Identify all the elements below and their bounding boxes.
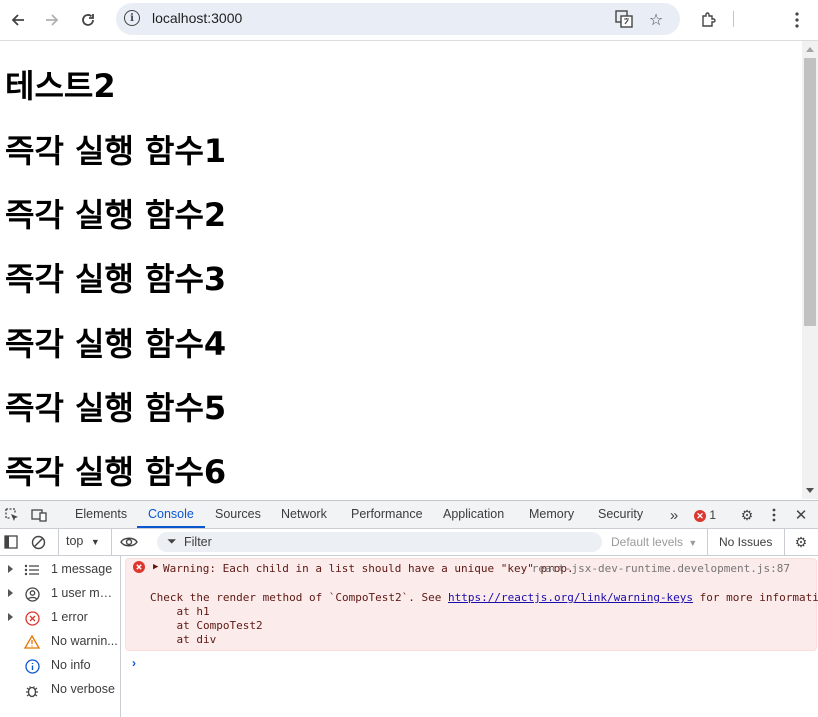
error-count: 1	[709, 508, 717, 522]
heading-item-3: 즉각 실행 함수3	[5, 260, 227, 298]
console-prompt-chevron-icon[interactable]: ›	[132, 656, 136, 670]
user-icon	[23, 585, 41, 603]
filter-placeholder: Filter	[184, 535, 212, 549]
scroll-up-arrow[interactable]	[806, 47, 814, 52]
list-icon	[23, 561, 41, 579]
tab-console[interactable]: Console	[137, 501, 205, 528]
stack-frame: at div	[150, 633, 217, 646]
heading-item-1: 즉각 실행 함수1	[5, 132, 227, 170]
warning-triangle-icon	[23, 633, 41, 651]
console-sidebar: 1 message 1 user mes... 1 error No warni…	[0, 556, 121, 717]
error-circle-icon	[23, 609, 41, 627]
page-scrollbar[interactable]	[802, 41, 818, 499]
log-levels-dropdown[interactable]: Default levels ▼	[611, 535, 697, 549]
scrollbar-thumb[interactable]	[804, 58, 816, 326]
menu-kebab-icon[interactable]	[783, 6, 811, 34]
tab-application[interactable]: Application	[443, 501, 504, 528]
context-selector[interactable]: top ▼	[66, 534, 100, 548]
warning-keys-link[interactable]: https://reactjs.org/link/warning-keys	[448, 591, 693, 604]
browser-toolbar: i localhost:3000 ☆	[0, 0, 818, 41]
live-expression-eye-icon[interactable]	[119, 532, 139, 552]
sidebar-item-errors[interactable]: 1 error	[0, 606, 120, 630]
sidebar-item-messages[interactable]: 1 message	[0, 558, 120, 582]
heading-item-4: 즉각 실행 함수4	[5, 325, 227, 363]
sidebar-toggle-icon[interactable]	[1, 532, 21, 552]
clear-console-icon[interactable]	[28, 532, 48, 552]
stack-frame: at h1	[150, 605, 210, 618]
close-devtools-icon[interactable]: ✕	[791, 505, 811, 525]
sidebar-item-user-messages[interactable]: 1 user mes...	[0, 582, 120, 606]
issues-button[interactable]: No Issues	[719, 535, 772, 549]
error-icon: ✕	[694, 509, 706, 522]
page-viewport: 테스트2 즉각 실행 함수1 즉각 실행 함수2 즉각 실행 함수3 즉각 실행…	[0, 41, 802, 499]
heading-item-2: 즉각 실행 함수2	[5, 196, 227, 234]
heading-item-6: 즉각 실행 함수6	[5, 453, 227, 491]
reload-icon[interactable]	[74, 6, 102, 34]
heading-item-5: 즉각 실행 함수5	[5, 389, 227, 427]
sidebar-item-warnings[interactable]: No warnin...	[0, 630, 120, 654]
levels-dropdown-icon: ▼	[688, 538, 698, 548]
info-icon	[23, 657, 41, 675]
sidebar-item-info[interactable]: No info	[0, 654, 120, 678]
heading-title: 테스트2	[5, 67, 116, 105]
sidebar-item-verbose[interactable]: No verbose	[0, 678, 120, 702]
devtools-tabbar: Elements Console Sources Network Perform…	[0, 501, 818, 529]
toolbar-separator	[733, 11, 734, 27]
tab-elements[interactable]: Elements	[75, 501, 127, 528]
levels-label: Default levels	[611, 535, 684, 549]
tab-performance[interactable]: Performance	[351, 501, 423, 528]
settings-gear-icon[interactable]: ⚙	[737, 505, 757, 525]
expand-triangle-icon[interactable]: ▶	[153, 562, 158, 572]
error-message-icon	[133, 561, 145, 576]
address-bar[interactable]: i localhost:3000 ☆	[116, 3, 680, 35]
bookmark-star-icon[interactable]: ☆	[644, 7, 668, 31]
tab-memory[interactable]: Memory	[529, 501, 574, 528]
scroll-down-arrow[interactable]	[806, 488, 814, 493]
bug-icon	[23, 681, 41, 699]
site-info-icon[interactable]: i	[124, 10, 140, 26]
console-settings-gear-icon[interactable]: ⚙	[791, 532, 811, 552]
inspect-element-icon[interactable]	[2, 505, 22, 525]
context-label: top	[66, 534, 84, 548]
filter-funnel-icon: ⏷	[167, 534, 177, 548]
render-method-line: Check the render method of `CompoTest2`.…	[150, 591, 818, 604]
devtools-panel: Elements Console Sources Network Perform…	[0, 500, 818, 717]
filter-input[interactable]: ⏷ Filter	[157, 532, 602, 552]
message-source-link[interactable]: react-jsx-dev-runtime.development.js:87	[532, 562, 790, 575]
tab-network[interactable]: Network	[281, 501, 327, 528]
tab-sources[interactable]: Sources	[215, 501, 261, 528]
translate-icon[interactable]	[612, 7, 636, 31]
warning-text[interactable]: Warning: Each child in a list should hav…	[163, 562, 574, 575]
dropdown-triangle-icon: ▼	[90, 537, 100, 547]
tab-security[interactable]: Security	[598, 501, 643, 528]
error-counter[interactable]: ✕ 1	[694, 508, 716, 522]
console-error-message: ▶ Warning: Each child in a list should h…	[125, 558, 818, 651]
extensions-icon[interactable]	[694, 6, 722, 34]
back-arrow-icon[interactable]	[4, 6, 32, 34]
more-tabs-chevron-icon[interactable]: »	[664, 505, 684, 525]
url-text[interactable]: localhost:3000	[152, 10, 242, 26]
devtools-menu-icon[interactable]	[764, 505, 784, 525]
forward-arrow-icon[interactable]	[38, 6, 66, 34]
stack-frame: at CompoTest2	[150, 619, 263, 632]
console-filter-bar: top ▼ ⏷ Filter Default levels ▼ No Issue…	[0, 529, 818, 556]
device-toolbar-icon[interactable]	[29, 505, 49, 525]
